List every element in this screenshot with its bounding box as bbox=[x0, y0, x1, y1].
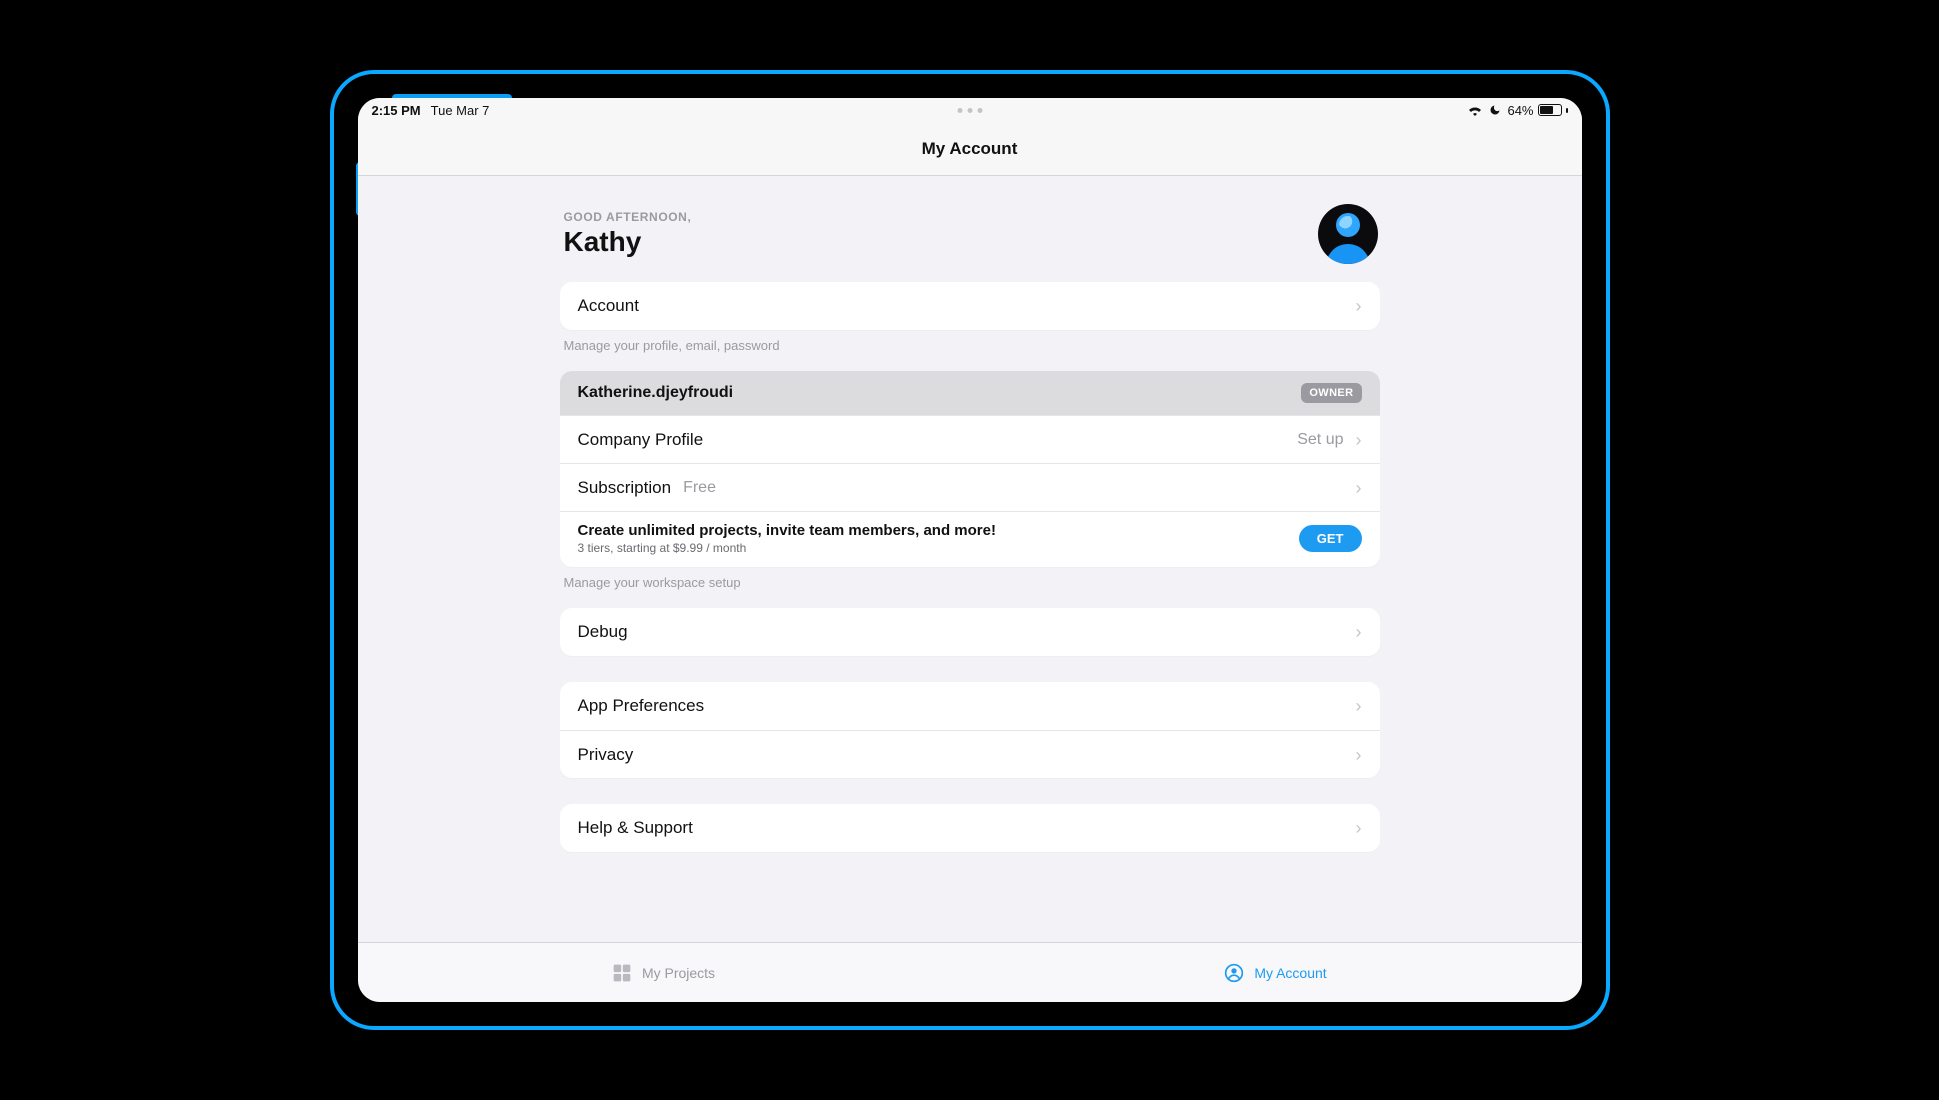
content-scroll[interactable]: GOOD AFTERNOON, Kathy Account › bbox=[358, 176, 1582, 942]
page-title: My Account bbox=[922, 139, 1018, 159]
account-label: Account bbox=[578, 296, 639, 316]
navigation-bar: My Account bbox=[358, 122, 1582, 176]
app-preferences-row[interactable]: App Preferences › bbox=[560, 682, 1380, 730]
chevron-right-icon: › bbox=[1356, 746, 1362, 764]
help-support-row[interactable]: Help & Support › bbox=[560, 804, 1380, 852]
help-card: Help & Support › bbox=[560, 804, 1380, 852]
battery-indicator: 64% bbox=[1507, 103, 1567, 118]
company-profile-action: Set up bbox=[1297, 431, 1343, 449]
status-bar: 2:15 PM Tue Mar 7 64% bbox=[358, 98, 1582, 122]
promo-subtitle: 3 tiers, starting at $9.99 / month bbox=[578, 541, 996, 555]
app-preferences-label: App Preferences bbox=[578, 696, 705, 716]
privacy-label: Privacy bbox=[578, 745, 634, 765]
multitask-dots[interactable] bbox=[957, 108, 982, 113]
workspace-card: Katherine.djeyfroudi OWNER Company Profi… bbox=[560, 371, 1380, 567]
tab-label: My Projects bbox=[642, 965, 715, 981]
workspace-header: Katherine.djeyfroudi OWNER bbox=[560, 371, 1380, 415]
user-name: Kathy bbox=[564, 226, 692, 258]
company-profile-row[interactable]: Company Profile Set up › bbox=[560, 415, 1380, 463]
subscription-value: Free bbox=[683, 479, 716, 497]
subscription-label: Subscription bbox=[578, 478, 672, 498]
status-time: 2:15 PM bbox=[372, 103, 421, 118]
workspace-name: Katherine.djeyfroudi bbox=[578, 384, 734, 402]
grid-icon bbox=[612, 963, 632, 983]
wifi-icon bbox=[1467, 104, 1483, 116]
chevron-right-icon: › bbox=[1356, 431, 1362, 449]
debug-card: Debug › bbox=[560, 608, 1380, 656]
debug-label: Debug bbox=[578, 622, 628, 642]
account-footnote: Manage your profile, email, password bbox=[560, 330, 1380, 371]
chevron-right-icon: › bbox=[1356, 479, 1362, 497]
upgrade-promo: Create unlimited projects, invite team m… bbox=[560, 511, 1380, 567]
tab-my-account[interactable]: My Account bbox=[970, 963, 1582, 983]
do-not-disturb-icon bbox=[1489, 104, 1501, 116]
chevron-right-icon: › bbox=[1356, 697, 1362, 715]
tab-label: My Account bbox=[1254, 965, 1326, 981]
workspace-footnote: Manage your workspace setup bbox=[560, 567, 1380, 608]
ipad-frame: 2:15 PM Tue Mar 7 64% bbox=[330, 70, 1610, 1030]
company-profile-label: Company Profile bbox=[578, 430, 704, 450]
preferences-card: App Preferences › Privacy › bbox=[560, 682, 1380, 778]
person-circle-icon bbox=[1224, 963, 1244, 983]
get-button[interactable]: GET bbox=[1299, 525, 1362, 552]
status-date: Tue Mar 7 bbox=[431, 103, 490, 118]
owner-badge: OWNER bbox=[1301, 383, 1361, 403]
account-card: Account › bbox=[560, 282, 1380, 330]
privacy-row[interactable]: Privacy › bbox=[560, 730, 1380, 778]
tab-my-projects[interactable]: My Projects bbox=[358, 963, 970, 983]
greeting-header: GOOD AFTERNOON, Kathy bbox=[560, 200, 1380, 282]
subscription-row[interactable]: Subscription Free › bbox=[560, 463, 1380, 511]
chevron-right-icon: › bbox=[1356, 623, 1362, 641]
chevron-right-icon: › bbox=[1356, 819, 1362, 837]
help-support-label: Help & Support bbox=[578, 818, 693, 838]
screen: 2:15 PM Tue Mar 7 64% bbox=[358, 98, 1582, 1002]
avatar[interactable] bbox=[1318, 204, 1378, 264]
chevron-right-icon: › bbox=[1356, 297, 1362, 315]
promo-title: Create unlimited projects, invite team m… bbox=[578, 522, 996, 539]
account-row[interactable]: Account › bbox=[560, 282, 1380, 330]
debug-row[interactable]: Debug › bbox=[560, 608, 1380, 656]
tab-bar: My Projects My Account bbox=[358, 942, 1582, 1002]
battery-percent: 64% bbox=[1507, 103, 1533, 118]
greeting-label: GOOD AFTERNOON, bbox=[564, 210, 692, 224]
